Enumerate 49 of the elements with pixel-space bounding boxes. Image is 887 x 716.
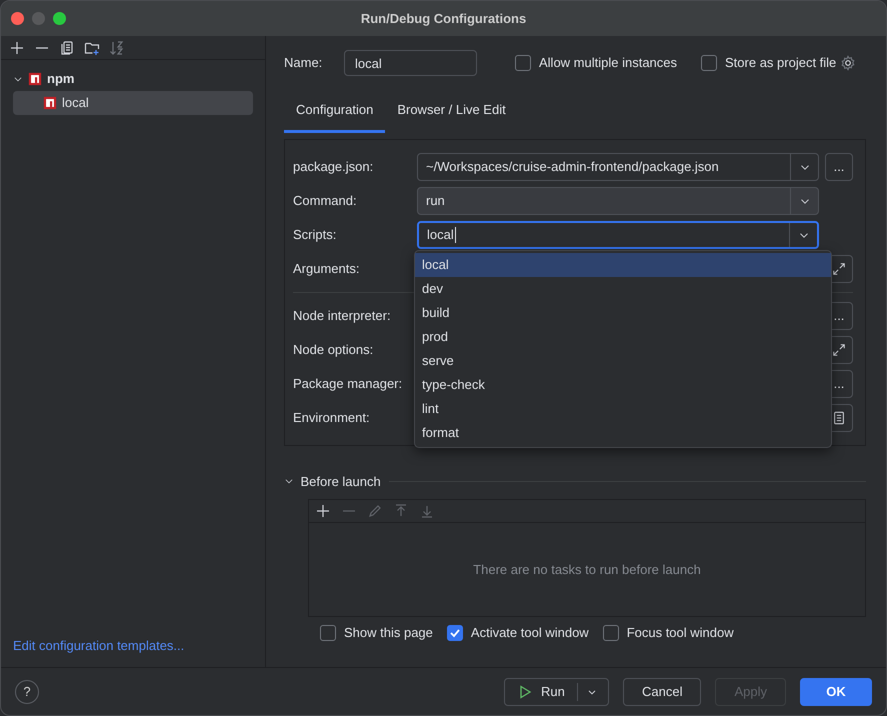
dropdown-option[interactable]: serve <box>415 348 831 372</box>
tab[interactable]: Configuration <box>284 90 386 132</box>
option-checkbox[interactable]: Activate tool window <box>446 623 589 642</box>
browse-button[interactable]: ... <box>825 152 853 180</box>
npm-icon <box>28 72 42 86</box>
dialog-button[interactable]: OK <box>800 678 872 706</box>
dropdown-field[interactable]: local <box>417 220 819 248</box>
dropdown-option[interactable]: local <box>415 252 831 276</box>
field-label: Node interpreter: <box>293 306 392 325</box>
empty-message: There are no tasks to run before launch <box>473 560 701 579</box>
dropdown-field[interactable]: ~/Workspaces/cruise-admin-frontend/package.json <box>417 152 819 180</box>
field-label: Package manager: <box>293 374 404 393</box>
option-checkbox[interactable]: Store as project file <box>701 53 836 73</box>
window-title: Run/Debug Configurations <box>360 10 526 28</box>
field-label: Node options: <box>293 340 374 359</box>
check-icon <box>448 626 461 639</box>
name-label: Name: <box>284 54 324 72</box>
copy-icon[interactable] <box>59 40 75 56</box>
sort-icon[interactable] <box>109 40 125 56</box>
close-button[interactable] <box>11 12 24 25</box>
tab[interactable]: Browser / Live Edit <box>385 90 518 132</box>
help-button[interactable]: ? <box>15 680 39 704</box>
option-checkbox[interactable]: Focus tool window <box>602 623 734 642</box>
dropdown-option[interactable]: lint <box>415 396 831 420</box>
tree-item[interactable]: local <box>13 90 253 114</box>
document-icon <box>832 410 846 424</box>
run-button[interactable]: Run <box>504 678 609 706</box>
gear-icon <box>840 55 856 71</box>
option-checkbox[interactable]: Allow multiple instances <box>515 53 678 73</box>
field-label: Command: <box>293 192 358 210</box>
field-label: Arguments: <box>293 260 360 278</box>
field-label: Environment: <box>293 408 371 427</box>
templates-link[interactable]: Edit configuration templates... <box>13 636 265 655</box>
field-label: package.json: <box>293 158 374 176</box>
dropdown-option[interactable]: dev <box>415 276 831 300</box>
add-icon[interactable] <box>9 40 25 56</box>
npm-icon <box>43 96 57 110</box>
dropdown-option[interactable]: format <box>415 420 831 444</box>
tree-node[interactable]: npm <box>13 66 253 90</box>
add-icon[interactable] <box>315 503 331 519</box>
section-toggle[interactable]: Before launch <box>284 472 381 491</box>
field-label: Scripts: <box>293 226 338 244</box>
expand-icon <box>832 262 846 276</box>
zoom-button[interactable] <box>53 12 66 25</box>
dialog-button[interactable]: Cancel <box>623 678 702 706</box>
option-checkbox[interactable]: Show this page <box>320 623 433 642</box>
expand-icon <box>832 342 846 356</box>
name-field[interactable]: local <box>344 50 477 76</box>
dropdown-field[interactable]: run <box>417 186 819 214</box>
